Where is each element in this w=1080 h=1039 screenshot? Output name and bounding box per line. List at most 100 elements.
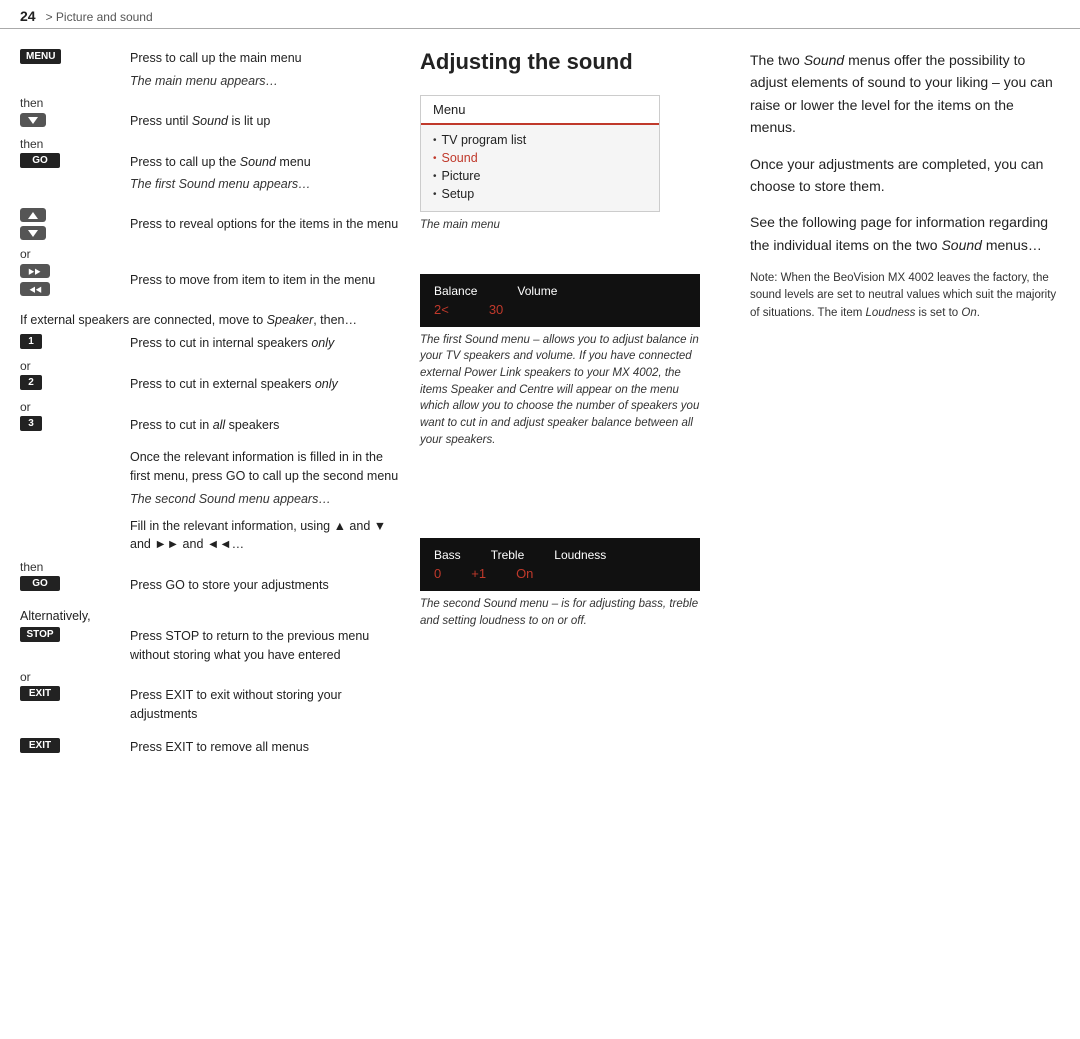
menu-item-sound: • Sound bbox=[433, 149, 647, 167]
step-up-down: Press to reveal options for the items in… bbox=[20, 207, 400, 241]
exit-button-final[interactable]: EXIT bbox=[20, 738, 60, 753]
step-exit-1-label: EXIT bbox=[20, 686, 120, 701]
menu-mockup-items: • TV program list • Sound • Picture • Se… bbox=[421, 125, 659, 211]
sm2-header-row: Bass Treble Loudness bbox=[434, 548, 686, 562]
sm2-loudness-value: On bbox=[516, 566, 533, 581]
main-menu-caption: The main menu bbox=[420, 217, 700, 234]
then-label-1: then bbox=[20, 96, 400, 110]
step-menu-text: Press to call up the main menu bbox=[130, 49, 400, 68]
page-wrapper: 24 > Picture and sound MENU Press to cal… bbox=[0, 0, 1080, 783]
bullet-4: • bbox=[433, 189, 437, 200]
sm2-bass-header: Bass bbox=[434, 548, 461, 562]
sm1-volume-value: 30 bbox=[489, 302, 503, 317]
step-ffrew-text: Press to move from item to item in the m… bbox=[130, 271, 400, 290]
sm1-volume-header: Volume bbox=[517, 284, 557, 298]
menu-item-picture-label: Picture bbox=[442, 169, 481, 183]
then-label-2: then bbox=[20, 137, 400, 151]
bullet-3: • bbox=[433, 171, 437, 182]
sm1-balance-value: 2< bbox=[434, 302, 449, 317]
right-column: The two Sound menus offer the possibilit… bbox=[730, 49, 1060, 763]
step-speaker-3-label: 3 bbox=[20, 416, 120, 431]
step-go-note: The first Sound menu appears… bbox=[20, 177, 400, 191]
or-label-4: or bbox=[20, 670, 400, 684]
stop-button[interactable]: STOP bbox=[20, 627, 60, 642]
step-menu-note: The main menu appears… bbox=[20, 74, 400, 88]
left-column: MENU Press to call up the main menu The … bbox=[20, 49, 410, 763]
go-second-menu-text: Once the relevant information is filled … bbox=[20, 448, 400, 486]
step-updown-text: Press to reveal options for the items in… bbox=[130, 215, 400, 234]
step-stop: STOP Press STOP to return to the previou… bbox=[20, 627, 400, 665]
menu-mockup-header: Menu bbox=[421, 96, 659, 125]
step-speaker-1-label: 1 bbox=[20, 334, 120, 349]
speaker-section-intro: If external speakers are connected, move… bbox=[20, 311, 400, 330]
step-exit-1-text: Press EXIT to exit without storing your … bbox=[130, 686, 400, 724]
step-speaker-3: 3 Press to cut in all speakers bbox=[20, 416, 400, 435]
main-content: MENU Press to call up the main menu The … bbox=[0, 29, 1080, 783]
right-col-para3: See the following page for information r… bbox=[750, 211, 1060, 256]
step-go-store-label: GO bbox=[20, 576, 120, 591]
go-button[interactable]: GO bbox=[20, 153, 60, 168]
sm2-treble-header: Treble bbox=[491, 548, 525, 562]
step-exit-final: EXIT Press EXIT to remove all menus bbox=[20, 738, 400, 757]
sm1-balance-header: Balance bbox=[434, 284, 477, 298]
step-speaker-1: 1 Press to cut in internal speakers only bbox=[20, 334, 400, 353]
page-header: 24 > Picture and sound bbox=[0, 0, 1080, 29]
or-label-3: or bbox=[20, 400, 400, 414]
menu-item-sound-label: Sound bbox=[442, 151, 478, 165]
step-down-text: Press until Sound is lit up bbox=[130, 112, 400, 131]
step-down-arrow: Press until Sound is lit up bbox=[20, 112, 400, 131]
go-store-button[interactable]: GO bbox=[20, 576, 60, 591]
menu-item-picture: • Picture bbox=[433, 167, 647, 185]
then-label-3: then bbox=[20, 560, 400, 574]
exit-button-1[interactable]: EXIT bbox=[20, 686, 60, 701]
button-1[interactable]: 1 bbox=[20, 334, 42, 349]
fill-info-text: Fill in the relevant information, using … bbox=[20, 517, 400, 555]
step-stop-label: STOP bbox=[20, 627, 120, 642]
right-col-para1: The two Sound menus offer the possibilit… bbox=[750, 49, 1060, 139]
sm2-bass-value: 0 bbox=[434, 566, 441, 581]
button-3[interactable]: 3 bbox=[20, 416, 42, 431]
menu-button[interactable]: MENU bbox=[20, 49, 61, 64]
ff-button[interactable] bbox=[20, 264, 50, 278]
bullet-2: • bbox=[433, 153, 437, 164]
main-menu-mockup: Menu • TV program list • Sound • Picture bbox=[420, 95, 660, 212]
page-title: Adjusting the sound bbox=[420, 49, 720, 75]
sm1-header-row: Balance Volume bbox=[434, 284, 686, 298]
alternatively-label: Alternatively, bbox=[20, 609, 400, 623]
step-ffrew: Press to move from item to item in the m… bbox=[20, 263, 400, 297]
step-updown-label-col bbox=[20, 207, 120, 241]
or-label-1: or bbox=[20, 247, 400, 261]
sm2-loudness-header: Loudness bbox=[554, 548, 606, 562]
step-exit-1: EXIT Press EXIT to exit without storing … bbox=[20, 686, 400, 724]
step-speaker-2: 2 Press to cut in external speakers only bbox=[20, 375, 400, 394]
step-go-store-text: Press GO to store your adjustments bbox=[130, 576, 400, 595]
page-number: 24 bbox=[20, 8, 36, 24]
step-exit-final-label: EXIT bbox=[20, 738, 120, 753]
bullet-1: • bbox=[433, 135, 437, 146]
button-2[interactable]: 2 bbox=[20, 375, 42, 390]
down-arrow-button-2[interactable] bbox=[20, 226, 46, 240]
step-menu-label-col: MENU bbox=[20, 49, 120, 64]
second-sound-appears-note: The second Sound menu appears… bbox=[20, 490, 400, 509]
sound-menu-2-caption: The second Sound menu – is for adjusting… bbox=[420, 596, 700, 629]
sm2-treble-value: +1 bbox=[471, 566, 486, 581]
rew-button[interactable] bbox=[20, 282, 50, 296]
or-label-2: or bbox=[20, 359, 400, 373]
step-speaker-1-text: Press to cut in internal speakers only bbox=[130, 334, 400, 353]
step-go: GO Press to call up the Sound menu bbox=[20, 153, 400, 172]
menu-item-tvprogramlist: • TV program list bbox=[433, 131, 647, 149]
step-speaker-3-text: Press to cut in all speakers bbox=[130, 416, 400, 435]
sound-menu-1-caption: The first Sound menu – allows you to adj… bbox=[420, 332, 700, 449]
step-speaker-2-text: Press to cut in external speakers only bbox=[130, 375, 400, 394]
step-go-label-col: GO bbox=[20, 153, 120, 168]
up-arrow-button[interactable] bbox=[20, 208, 46, 222]
step-exit-final-text: Press EXIT to remove all menus bbox=[130, 738, 400, 757]
down-arrow-button[interactable] bbox=[20, 113, 46, 127]
right-col-para2: Once your adjustments are completed, you… bbox=[750, 153, 1060, 198]
sm2-value-row: 0 +1 On bbox=[434, 566, 686, 581]
step-go-store: GO Press GO to store your adjustments bbox=[20, 576, 400, 595]
menu-item-setup-label: Setup bbox=[442, 187, 475, 201]
step-menu: MENU Press to call up the main menu bbox=[20, 49, 400, 68]
sound-menu-2-mockup: Bass Treble Loudness 0 +1 On bbox=[420, 538, 700, 591]
menu-item-setup: • Setup bbox=[433, 185, 647, 203]
